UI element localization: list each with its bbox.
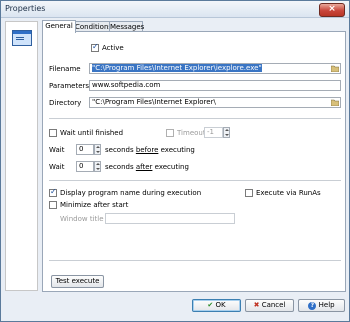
folder-browse-icon[interactable] xyxy=(331,65,339,72)
window-title: Properties xyxy=(5,4,46,13)
execute-runas-label: Execute via RunAs xyxy=(256,189,321,197)
wait-after-spinner[interactable] xyxy=(94,161,101,172)
timeout-input[interactable]: -1 xyxy=(204,127,223,138)
minimize-checkbox[interactable] xyxy=(49,201,57,209)
general-panel: Active Filename "C:\Program Files\Intern… xyxy=(42,31,346,292)
display-name-label: Display program name during execution xyxy=(60,189,202,197)
filename-label: Filename xyxy=(49,65,81,73)
window-title-input[interactable] xyxy=(105,213,235,224)
cancel-button[interactable]: ✖ Cancel xyxy=(245,299,294,312)
directory-input[interactable]: "C:\Program Files\Internet Explorer\ xyxy=(89,97,341,108)
help-label: Help xyxy=(318,301,335,309)
wait-after-label: Wait xyxy=(49,163,65,171)
timeout-label: Timeout xyxy=(177,129,206,137)
wait-after-value: 0 xyxy=(79,162,84,170)
parameters-value: www.softpedia.com xyxy=(92,81,161,89)
wait-after-suffix: seconds after executing xyxy=(105,163,189,171)
general-page-icon[interactable] xyxy=(12,30,32,46)
filename-value: "C:\Program Files\Internet Explorer\iexp… xyxy=(92,64,262,72)
close-button[interactable]: × xyxy=(319,3,345,17)
execute-runas-checkbox[interactable] xyxy=(245,189,253,197)
tab-conditions-label: Conditions xyxy=(75,23,113,31)
test-execute-label: Test execute xyxy=(55,277,100,285)
window-title-label: Window title xyxy=(60,215,104,223)
tab-messages-label: Messages xyxy=(110,23,145,31)
timeout-checkbox[interactable] xyxy=(166,129,174,137)
wait-before-spinner[interactable] xyxy=(94,144,101,155)
close-icon: × xyxy=(328,4,336,14)
properties-window: Properties × General Conditions Messages… xyxy=(0,0,350,322)
cancel-icon: ✖ xyxy=(253,301,260,309)
display-name-checkbox[interactable] xyxy=(49,187,57,197)
separator xyxy=(49,180,341,181)
ok-button[interactable]: ✔ OK xyxy=(192,299,241,312)
title-bar: Properties × xyxy=(1,1,349,18)
separator xyxy=(49,118,341,119)
ok-label: OK xyxy=(215,301,226,309)
directory-label: Directory xyxy=(49,99,82,107)
wait-before-suffix: seconds before executing xyxy=(105,146,195,154)
tab-general-label: General xyxy=(45,22,73,30)
timeout-value: -1 xyxy=(207,128,214,136)
wait-after-input[interactable]: 0 xyxy=(76,161,94,172)
test-execute-button[interactable]: Test execute xyxy=(51,275,104,288)
check-icon: ✔ xyxy=(207,301,214,309)
wait-until-finished-label: Wait until finished xyxy=(60,129,124,137)
wait-before-value: 0 xyxy=(79,145,84,153)
parameters-label: Parameters xyxy=(49,82,90,90)
category-pane xyxy=(5,21,38,291)
folder-browse-icon[interactable] xyxy=(331,99,339,106)
timeout-spinner[interactable] xyxy=(223,127,230,138)
active-checkbox[interactable] xyxy=(91,42,99,52)
help-icon: ? xyxy=(308,302,317,310)
wait-until-finished-checkbox[interactable] xyxy=(49,129,57,137)
cancel-label: Cancel xyxy=(261,301,286,309)
wait-before-input[interactable]: 0 xyxy=(76,144,94,155)
filename-input[interactable]: "C:\Program Files\Internet Explorer\iexp… xyxy=(89,63,341,74)
tab-general[interactable]: General xyxy=(42,20,76,33)
directory-value: "C:\Program Files\Internet Explorer\ xyxy=(92,98,216,106)
parameters-input[interactable]: www.softpedia.com xyxy=(89,80,341,91)
minimize-label: Minimize after start xyxy=(60,201,129,209)
help-button[interactable]: ? Help xyxy=(298,299,345,312)
separator xyxy=(49,260,341,261)
active-label: Active xyxy=(102,44,124,52)
wait-before-label: Wait xyxy=(49,146,65,154)
